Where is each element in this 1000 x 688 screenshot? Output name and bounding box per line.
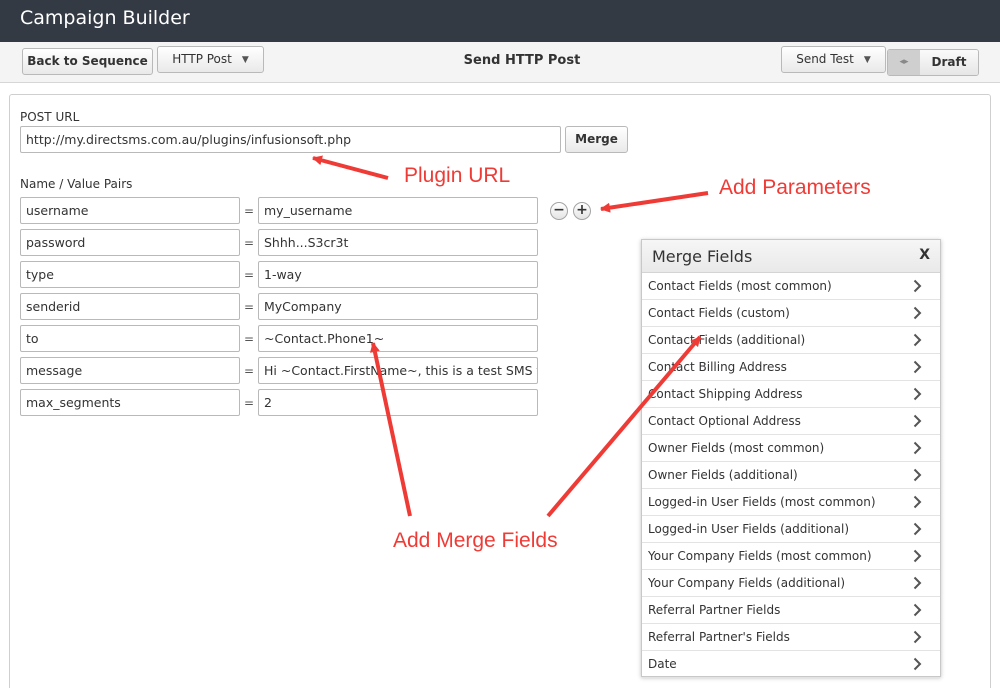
merge-field-item-label: Logged-in User Fields (most common) bbox=[648, 495, 876, 509]
pair-value-input[interactable]: Hi ~Contact.FirstName~, this is a test S… bbox=[258, 357, 538, 384]
remove-pair-button[interactable]: − bbox=[550, 202, 568, 220]
merge-button-label: Merge bbox=[575, 132, 618, 146]
chevron-right-icon bbox=[913, 306, 922, 320]
merge-field-item[interactable]: Referral Partner Fields bbox=[642, 597, 940, 624]
title-bar: Campaign Builder bbox=[0, 0, 1000, 42]
merge-field-item[interactable]: Date bbox=[642, 651, 940, 678]
http-method-label: HTTP Post bbox=[172, 52, 232, 66]
chevron-down-icon: ▼ bbox=[241, 55, 249, 65]
chevron-right-icon bbox=[913, 333, 922, 347]
chevron-right-icon bbox=[913, 468, 922, 482]
post-url-input[interactable]: http://my.directsms.com.au/plugins/infus… bbox=[20, 126, 561, 153]
close-icon[interactable]: X bbox=[919, 247, 930, 263]
merge-field-item[interactable]: Contact Shipping Address bbox=[642, 381, 940, 408]
chevron-right-icon bbox=[913, 495, 922, 509]
back-to-sequence-button[interactable]: Back to Sequence bbox=[22, 48, 153, 75]
send-test-dropdown[interactable]: Send Test ▼ bbox=[781, 46, 886, 73]
merge-field-item[interactable]: Contact Optional Address bbox=[642, 408, 940, 435]
chevron-down-icon: ▼ bbox=[863, 55, 871, 65]
chevron-right-icon bbox=[913, 603, 922, 617]
send-test-label: Send Test bbox=[796, 52, 854, 66]
merge-field-item[interactable]: Logged-in User Fields (most common) bbox=[642, 489, 940, 516]
merge-field-item[interactable]: Contact Fields (most common) bbox=[642, 273, 940, 300]
merge-field-item[interactable]: Logged-in User Fields (additional) bbox=[642, 516, 940, 543]
draft-toggle[interactable]: ◂▸ Draft bbox=[887, 49, 979, 76]
app-title: Campaign Builder bbox=[20, 7, 190, 29]
equals-sign: = bbox=[244, 364, 255, 378]
chevron-right-icon bbox=[913, 630, 922, 644]
equals-sign: = bbox=[244, 396, 255, 410]
post-url-label: POST URL bbox=[20, 110, 80, 124]
equals-sign: = bbox=[244, 332, 255, 346]
chevron-right-icon bbox=[913, 414, 922, 428]
plugin-url-annotation: Plugin URL bbox=[404, 164, 511, 187]
merge-field-item[interactable]: Owner Fields (most common) bbox=[642, 435, 940, 462]
merge-field-item[interactable]: Contact Fields (additional) bbox=[642, 327, 940, 354]
merge-fields-header: Merge Fields X bbox=[642, 240, 940, 273]
chevron-right-icon bbox=[913, 522, 922, 536]
pair-value-input[interactable]: MyCompany bbox=[258, 293, 538, 320]
equals-sign: = bbox=[244, 268, 255, 282]
pair-name-input[interactable]: type bbox=[20, 261, 240, 288]
pair-name-input[interactable]: max_segments bbox=[20, 389, 240, 416]
merge-button[interactable]: Merge bbox=[565, 126, 628, 153]
pair-value-input[interactable]: Shhh...S3cr3t bbox=[258, 229, 538, 256]
merge-field-item[interactable]: Contact Billing Address bbox=[642, 354, 940, 381]
chevron-right-icon bbox=[913, 279, 922, 293]
merge-field-item-label: Referral Partner Fields bbox=[648, 603, 781, 617]
pair-name-input[interactable]: message bbox=[20, 357, 240, 384]
chevron-right-icon bbox=[913, 387, 922, 401]
pair-name-input[interactable]: username bbox=[20, 197, 240, 224]
pair-value-input[interactable]: 1-way bbox=[258, 261, 538, 288]
merge-field-item-label: Owner Fields (most common) bbox=[648, 441, 825, 455]
pair-name-input[interactable]: password bbox=[20, 229, 240, 256]
chevron-right-icon bbox=[913, 657, 922, 671]
merge-fields-title: Merge Fields bbox=[652, 247, 753, 266]
merge-field-item-label: Contact Fields (most common) bbox=[648, 279, 832, 293]
merge-field-item-label: Contact Optional Address bbox=[648, 414, 801, 428]
merge-field-item-label: Your Company Fields (most common) bbox=[648, 549, 872, 563]
merge-field-item[interactable]: Your Company Fields (most common) bbox=[642, 543, 940, 570]
add-parameters-annotation: Add Parameters bbox=[719, 176, 871, 199]
merge-field-item-label: Contact Fields (custom) bbox=[648, 306, 790, 320]
chevron-right-icon bbox=[913, 360, 922, 374]
merge-field-item-label: Owner Fields (additional) bbox=[648, 468, 798, 482]
merge-fields-list: Contact Fields (most common) Contact Fiel… bbox=[642, 273, 940, 678]
pair-value-input[interactable]: 2 bbox=[258, 389, 538, 416]
add-pair-button[interactable]: + bbox=[573, 202, 591, 220]
merge-field-item-label: Contact Billing Address bbox=[648, 360, 787, 374]
merge-field-item-label: Logged-in User Fields (additional) bbox=[648, 522, 850, 536]
equals-sign: = bbox=[244, 236, 255, 250]
merge-field-item[interactable]: Your Company Fields (additional) bbox=[642, 570, 940, 597]
merge-field-item-label: Date bbox=[648, 657, 677, 671]
name-value-pairs-label: Name / Value Pairs bbox=[20, 177, 133, 191]
http-method-dropdown[interactable]: HTTP Post ▼ bbox=[157, 46, 264, 73]
pair-value-input[interactable]: ~Contact.Phone1~ bbox=[258, 325, 538, 352]
merge-field-item-label: Your Company Fields (additional) bbox=[648, 576, 846, 590]
pair-name-input[interactable]: senderid bbox=[20, 293, 240, 320]
equals-sign: = bbox=[244, 204, 255, 218]
merge-field-item-label: Contact Fields (additional) bbox=[648, 333, 806, 347]
equals-sign: = bbox=[244, 300, 255, 314]
chevron-right-icon bbox=[913, 576, 922, 590]
merge-field-item[interactable]: Referral Partner's Fields bbox=[642, 624, 940, 651]
pair-value-input[interactable]: my_username bbox=[258, 197, 538, 224]
page-title: Send HTTP Post bbox=[463, 53, 581, 68]
add-merge-fields-annotation: Add Merge Fields bbox=[393, 529, 558, 552]
pair-name-input[interactable]: to bbox=[20, 325, 240, 352]
back-to-sequence-label: Back to Sequence bbox=[27, 54, 148, 68]
merge-field-item[interactable]: Contact Fields (custom) bbox=[642, 300, 940, 327]
chevron-right-icon bbox=[913, 441, 922, 455]
draft-label: Draft bbox=[920, 50, 978, 75]
merge-field-item-label: Contact Shipping Address bbox=[648, 387, 803, 401]
chevron-right-icon bbox=[913, 549, 922, 563]
merge-fields-popup: Merge Fields X Contact Fields (most comm… bbox=[641, 239, 941, 678]
toggle-arrows-icon: ◂▸ bbox=[888, 50, 920, 75]
merge-field-item[interactable]: Owner Fields (additional) bbox=[642, 462, 940, 489]
merge-field-item-label: Referral Partner's Fields bbox=[648, 630, 790, 644]
